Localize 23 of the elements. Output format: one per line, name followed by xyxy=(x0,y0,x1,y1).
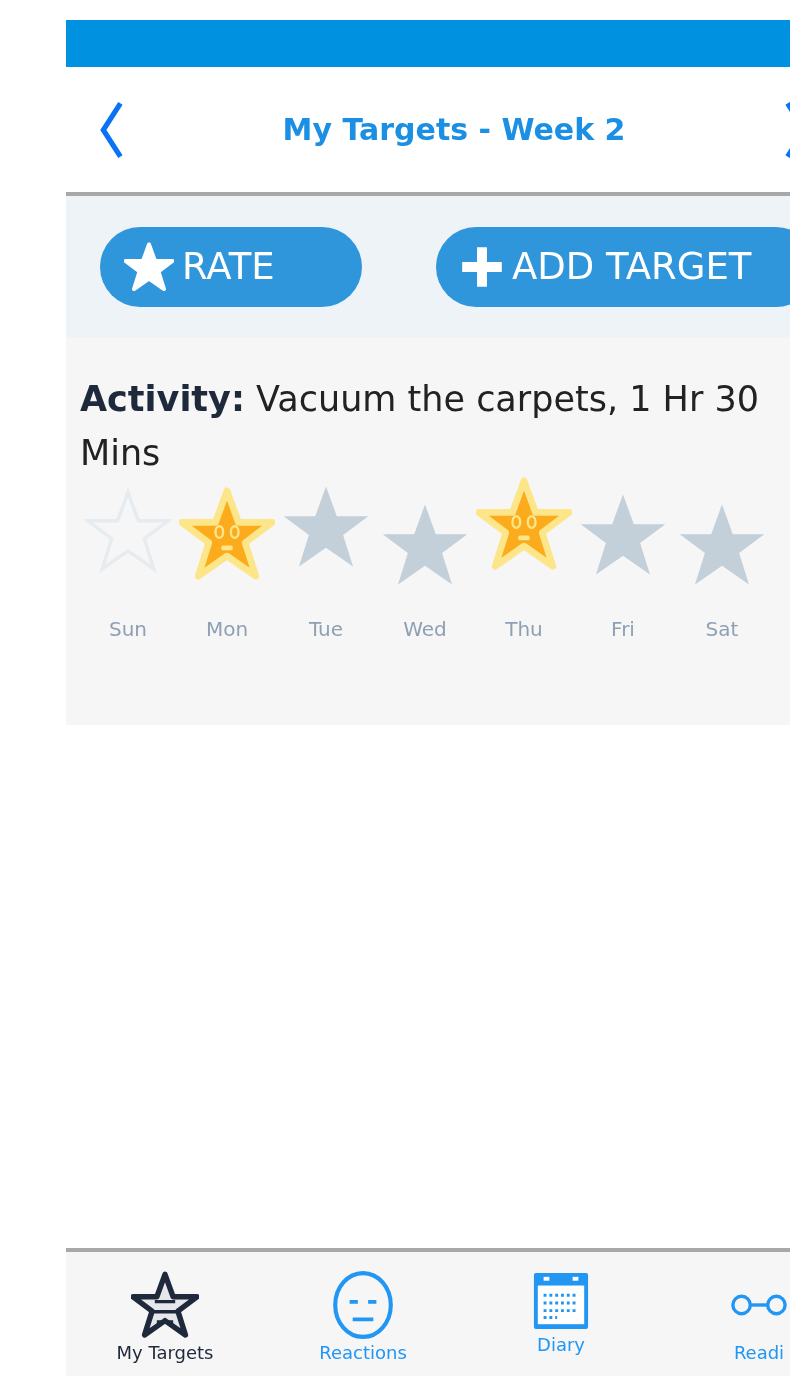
smiling-star-icon[interactable] xyxy=(179,486,275,582)
activity-description: Activity: Vacuum the carpets, 1 Hr 30 Mins xyxy=(80,378,760,475)
day-label: Sun xyxy=(108,616,147,643)
rate-button[interactable]: RATE xyxy=(100,227,362,307)
day-label: Sat xyxy=(705,616,739,643)
tab[interactable]: My Targets xyxy=(66,1270,264,1376)
smiling-star-icon[interactable] xyxy=(476,476,572,572)
page-title: My Targets - Week 2 xyxy=(282,111,626,149)
smiley-face-icon xyxy=(332,1270,394,1340)
day-label: Thu xyxy=(505,616,543,643)
tab[interactable]: Readi xyxy=(660,1270,790,1376)
calendar-icon xyxy=(532,1270,590,1332)
day-label: Wed xyxy=(403,616,447,643)
plus-icon xyxy=(460,245,504,289)
add-target-button[interactable]: ADD TARGET xyxy=(436,227,790,307)
day-label: Fri xyxy=(611,616,635,643)
glasses-icon xyxy=(730,1293,788,1317)
star-icon xyxy=(131,1270,199,1340)
tab[interactable]: Diary xyxy=(462,1270,660,1376)
day-label: Mon xyxy=(205,616,249,643)
tab[interactable]: Reactions xyxy=(264,1270,462,1376)
star-icon xyxy=(124,242,174,292)
day-label: Tue xyxy=(308,616,344,643)
